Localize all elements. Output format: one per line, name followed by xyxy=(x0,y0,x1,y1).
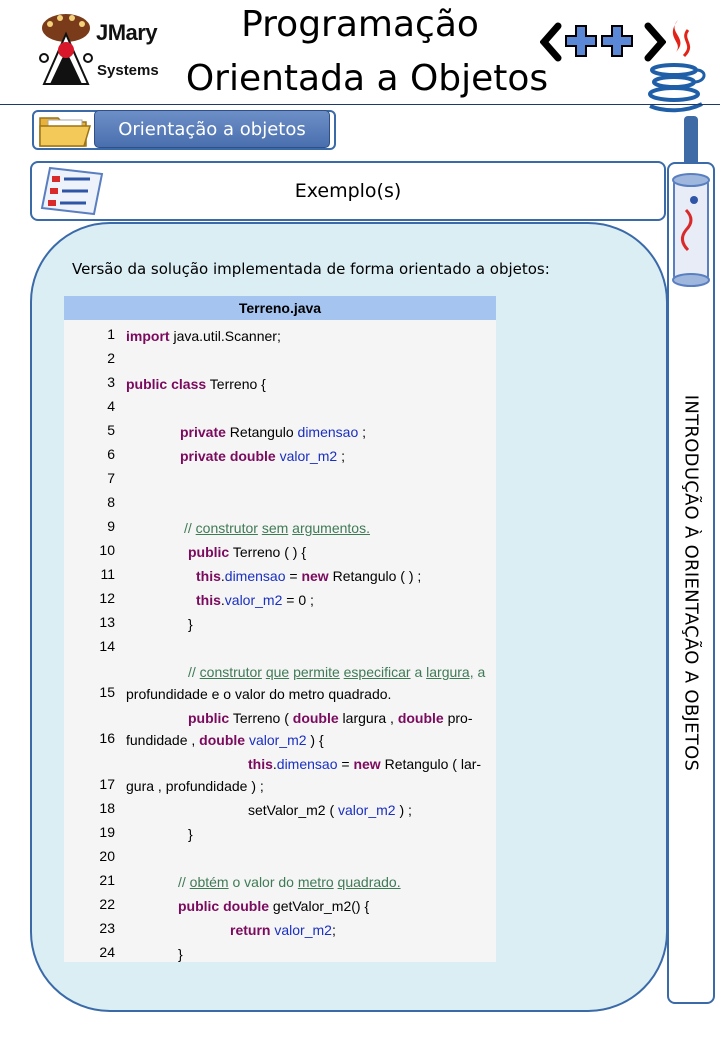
java-logo xyxy=(648,20,706,113)
line-number: 18 xyxy=(99,800,115,816)
code-line-text: public Terreno ( ) { xyxy=(188,544,307,560)
line-number: 13 xyxy=(99,614,115,630)
code-line-text: private Retangulo dimensao ; xyxy=(180,424,367,440)
line-number: 7 xyxy=(107,470,115,486)
code-line-text: private double valor_m2 ; xyxy=(180,448,345,464)
line-number: 17 xyxy=(99,776,115,792)
code-line-text: public double getValor_m2() { xyxy=(178,898,370,914)
line-number: 5 xyxy=(107,422,115,438)
line-number: 6 xyxy=(107,446,115,462)
line-number: 23 xyxy=(99,920,115,936)
line-number: 12 xyxy=(99,590,115,606)
line-number: 20 xyxy=(99,848,115,864)
code-line-text: import java.util.Scanner; xyxy=(126,328,281,344)
code-line-text: public Terreno ( double largura , double… xyxy=(126,710,473,748)
line-number: 10 xyxy=(99,542,115,558)
line-number: 14 xyxy=(99,638,115,654)
code-line-text: this.dimensao = new Retangulo ( ) ; xyxy=(196,568,422,584)
scroll-icon xyxy=(672,173,710,287)
line-number: 19 xyxy=(99,824,115,840)
code-line-text: } xyxy=(178,946,183,962)
code-line-text: } xyxy=(188,826,193,842)
code-line-text: // construtor sem argumentos. xyxy=(184,520,370,536)
code-line-text: } xyxy=(188,616,193,632)
line-number: 4 xyxy=(107,398,115,414)
code-line-text: public class Terreno { xyxy=(126,376,266,392)
line-number: 11 xyxy=(100,566,115,582)
folder-icon xyxy=(39,117,92,147)
sidebar-vertical-label: INTRODUÇÃO À ORIENTAÇÃO A OBJETOS xyxy=(680,394,702,772)
intro-text: Versão da solução implementada de forma … xyxy=(72,260,550,278)
topic-label: Orientação a objetos xyxy=(94,110,330,148)
line-number: 16 xyxy=(99,730,115,746)
line-number: 24 xyxy=(99,944,115,960)
line-number: 2 xyxy=(107,350,115,366)
header-divider xyxy=(0,104,720,105)
code-line-text: return valor_m2; xyxy=(230,922,336,938)
code-listing: Terreno.java 1 import java.util.Scanner; 2… xyxy=(64,296,496,962)
sidebar-connector xyxy=(684,116,698,166)
line-number: 8 xyxy=(107,494,115,510)
code-line-text: // construtor que permite especificar a … xyxy=(126,664,490,702)
line-number: 3 xyxy=(107,374,115,390)
code-title: Terreno.java xyxy=(64,296,496,320)
line-number: 1 xyxy=(107,326,115,342)
section-title: Exemplo(s) xyxy=(294,180,402,202)
line-number: 9 xyxy=(107,518,115,534)
line-number: 21 xyxy=(99,872,115,888)
code-line-text: this.valor_m2 = 0 ; xyxy=(196,592,314,608)
code-line-text: // obtém o valor do metro quadrado. xyxy=(178,874,401,890)
code-line-text: setValor_m2 ( valor_m2 ) ; xyxy=(248,802,412,818)
line-number: 22 xyxy=(99,896,115,912)
line-number: 15 xyxy=(99,684,115,700)
code-line-text: this.dimensao = new Retangulo ( lar- gur… xyxy=(126,756,482,794)
